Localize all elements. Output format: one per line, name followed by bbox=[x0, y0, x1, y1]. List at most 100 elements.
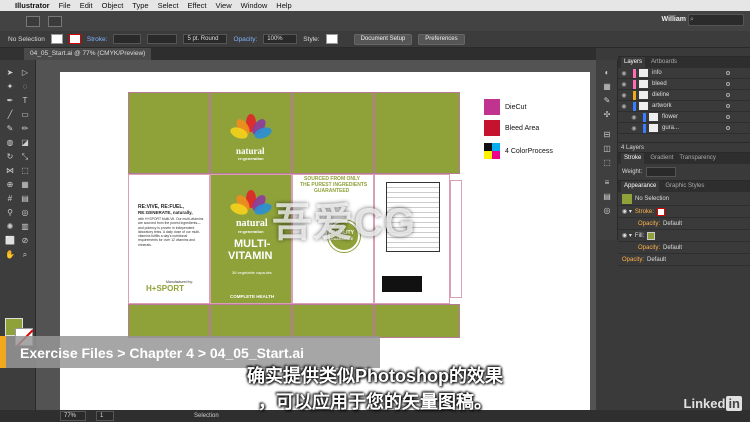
color-panel-icon[interactable]: ◐ bbox=[602, 68, 612, 77]
gradient-tool-icon[interactable]: ▤ bbox=[20, 194, 30, 203]
workspace-switcher[interactable]: William bbox=[662, 16, 686, 23]
tab-appearance[interactable]: Appearance bbox=[621, 181, 660, 192]
menu-file[interactable]: File bbox=[59, 1, 71, 10]
zoom-tool-icon[interactable]: ⌕ bbox=[20, 250, 30, 259]
opacity-link[interactable]: Opacity: bbox=[638, 221, 660, 227]
weight-field[interactable] bbox=[646, 167, 677, 177]
opacity-link[interactable]: Opacity: bbox=[638, 245, 660, 251]
layer-row[interactable]: ◉ flower bbox=[618, 112, 750, 123]
slice-tool-icon[interactable]: ⊘ bbox=[20, 236, 30, 245]
menu-type[interactable]: Type bbox=[132, 1, 148, 10]
shape-builder-icon[interactable]: ⊕ bbox=[5, 180, 15, 189]
tab-gradient[interactable]: Gradient bbox=[650, 153, 673, 164]
transparency-panel-icon[interactable]: ◎ bbox=[602, 206, 612, 215]
opacity-label[interactable]: Opacity: bbox=[233, 36, 257, 43]
appearance-opacity-row[interactable]: Opacity: Default bbox=[618, 218, 750, 230]
type-tool-icon[interactable]: T bbox=[20, 96, 30, 105]
line-tool-icon[interactable]: ╱ bbox=[5, 110, 15, 119]
preferences-button[interactable]: Preferences bbox=[418, 33, 465, 45]
menu-effect[interactable]: Effect bbox=[187, 1, 206, 10]
transform-panel-icon[interactable]: ⬚ bbox=[602, 158, 612, 167]
column-graph-icon[interactable]: ▥ bbox=[20, 222, 30, 231]
layer-row[interactable]: ◉ gura... bbox=[618, 123, 750, 134]
rotate-tool-icon[interactable]: ↻ bbox=[5, 152, 15, 161]
appearance-fill-row[interactable]: ◉ ▾ Fill: bbox=[618, 230, 750, 242]
menu-window[interactable]: Window bbox=[241, 1, 268, 10]
perspective-grid-icon[interactable]: ▦ bbox=[20, 180, 30, 189]
eyedropper-icon[interactable]: ⚲ bbox=[5, 208, 15, 217]
layer-row[interactable]: ◉ bleed bbox=[618, 79, 750, 90]
pen-tool-icon[interactable]: ✒ bbox=[5, 96, 15, 105]
visibility-eye-icon[interactable]: ◉ bbox=[618, 81, 630, 88]
free-transform-icon[interactable]: ⬚ bbox=[20, 166, 30, 175]
appearance-stroke-row[interactable]: ◉ ▾ Stroke: bbox=[618, 206, 750, 218]
variable-width-field[interactable] bbox=[147, 34, 178, 44]
style-swatch[interactable] bbox=[325, 34, 338, 44]
lasso-icon[interactable]: ◌ bbox=[20, 82, 30, 91]
document-setup-button[interactable]: Document Setup bbox=[353, 33, 413, 45]
menu-edit[interactable]: Edit bbox=[80, 1, 93, 10]
eraser-icon[interactable]: ◪ bbox=[20, 138, 30, 147]
tab-transparency[interactable]: Transparency bbox=[679, 153, 715, 164]
mesh-tool-icon[interactable]: # bbox=[5, 194, 15, 203]
layer-row[interactable]: ◉ artwork bbox=[618, 101, 750, 112]
blob-brush-icon[interactable]: ◍ bbox=[5, 138, 15, 147]
rectangle-tool-icon[interactable]: ▭ bbox=[20, 110, 30, 119]
blend-tool-icon[interactable]: ◎ bbox=[20, 208, 30, 217]
app-menu[interactable]: Illustrator bbox=[15, 1, 50, 10]
menu-select[interactable]: Select bbox=[158, 1, 179, 10]
visibility-eye-icon[interactable]: ◉ bbox=[618, 103, 630, 110]
tab-stroke[interactable]: Stroke bbox=[621, 153, 645, 164]
menu-object[interactable]: Object bbox=[102, 1, 124, 10]
appearance-opacity-row[interactable]: Opacity: Default bbox=[618, 254, 750, 266]
magic-wand-icon[interactable]: ✦ bbox=[5, 82, 15, 91]
legend-chip-bleed bbox=[484, 120, 500, 136]
visibility-eye-icon[interactable]: ◉ bbox=[628, 125, 640, 132]
help-search-input[interactable]: ⌕ bbox=[688, 14, 744, 26]
layer-row[interactable]: ◉ dieline bbox=[618, 90, 750, 101]
brand-name-top: natural bbox=[236, 146, 265, 156]
stroke-weight-field[interactable] bbox=[113, 34, 142, 44]
width-tool-icon[interactable]: ⋈ bbox=[5, 166, 15, 175]
opacity-link[interactable]: Opacity: bbox=[622, 257, 644, 263]
fill-label[interactable]: Fill: bbox=[635, 233, 644, 239]
hand-tool-icon[interactable]: ✋ bbox=[5, 250, 15, 259]
brush-field[interactable]: 5 pt. Round bbox=[183, 34, 228, 44]
align-panel-icon[interactable]: ⊟ bbox=[602, 130, 612, 139]
pathfinder-panel-icon[interactable]: ◫ bbox=[602, 144, 612, 153]
symbols-panel-icon[interactable]: ✣ bbox=[602, 110, 612, 119]
stroke-label[interactable]: Stroke: bbox=[87, 36, 108, 43]
legend-label-bleed: Bleed Area bbox=[505, 125, 540, 132]
stroke-swatch-mini[interactable] bbox=[68, 34, 81, 44]
document-tab[interactable]: 04_05_Start.ai @ 77% (CMYK/Preview) bbox=[24, 48, 152, 60]
bridge-button[interactable] bbox=[26, 15, 40, 27]
gradient-panel-icon[interactable]: ▤ bbox=[602, 192, 612, 201]
visibility-eye-icon[interactable]: ◉ bbox=[618, 92, 630, 99]
tab-artboards[interactable]: Artboards bbox=[651, 57, 677, 68]
opacity-field[interactable]: 100% bbox=[263, 34, 298, 44]
tab-layers[interactable]: Layers bbox=[621, 57, 646, 68]
tab-graphic-styles[interactable]: Graphic Styles bbox=[665, 181, 704, 192]
menu-view[interactable]: View bbox=[215, 1, 231, 10]
symbol-sprayer-icon[interactable]: ✺ bbox=[5, 222, 15, 231]
artboard-tool-icon[interactable]: ⬜ bbox=[5, 236, 15, 245]
pencil-icon[interactable]: ✏ bbox=[20, 124, 30, 133]
stroke-panel-icon[interactable]: ≡ bbox=[602, 178, 612, 187]
paintbrush-icon[interactable]: ✎ bbox=[5, 124, 15, 133]
direct-selection-tool-icon[interactable]: ▷ bbox=[20, 68, 30, 77]
product-title-2: VITAMIN bbox=[228, 250, 273, 262]
legend-label-process: 4 ColorProcess bbox=[505, 148, 553, 155]
appearance-fill-opacity-row[interactable]: Opacity: Default bbox=[618, 242, 750, 254]
opacity-default: Default bbox=[663, 220, 683, 227]
visibility-eye-icon[interactable]: ◉ bbox=[628, 114, 640, 121]
visibility-eye-icon[interactable]: ◉ bbox=[618, 70, 630, 77]
selection-tool-icon[interactable]: ➤ bbox=[5, 68, 15, 77]
arrange-documents-button[interactable] bbox=[48, 15, 62, 27]
fill-swatch-mini[interactable] bbox=[50, 34, 63, 44]
swatches-panel-icon[interactable]: ▦ bbox=[602, 82, 612, 91]
brushes-panel-icon[interactable]: ✎ bbox=[602, 96, 612, 105]
menu-help[interactable]: Help bbox=[276, 1, 291, 10]
layer-row[interactable]: ◉ info bbox=[618, 68, 750, 79]
scale-tool-icon[interactable]: ⤡ bbox=[20, 152, 30, 161]
stroke-link[interactable]: Stroke: bbox=[635, 209, 654, 215]
